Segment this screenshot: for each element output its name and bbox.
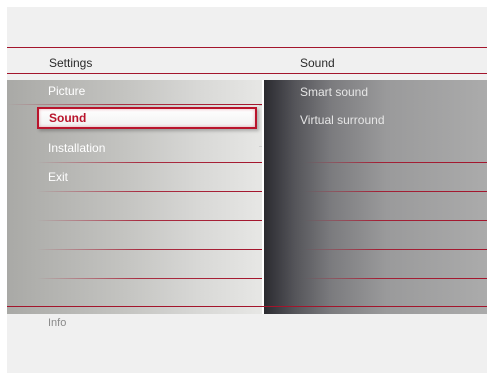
header-top-rule: [7, 47, 487, 48]
list-separator: [37, 220, 262, 221]
tv-settings-menu: Settings Sound Picture Installation Exit…: [7, 7, 487, 373]
option-label: Virtual surround: [300, 113, 385, 127]
list-separator: [37, 162, 262, 163]
option-smart-sound[interactable]: Smart sound: [300, 83, 368, 101]
menu-item-installation[interactable]: Installation: [48, 138, 258, 158]
list-separator: [7, 104, 262, 105]
left-pane-title: Settings: [49, 56, 93, 70]
footer-top-rule: [7, 306, 487, 307]
menu-item-label: Installation: [48, 141, 106, 155]
menu-item-sound-selected[interactable]: Sound: [37, 107, 257, 129]
list-separator: [304, 191, 487, 192]
list-separator: [37, 278, 262, 279]
menu-item-exit[interactable]: Exit: [48, 167, 258, 187]
list-separator: [304, 278, 487, 279]
menu-item-label: Exit: [48, 170, 69, 184]
info-label: Info: [48, 317, 67, 329]
menu-item-picture[interactable]: Picture: [48, 81, 258, 101]
list-separator: [37, 191, 262, 192]
list-separator: [304, 162, 487, 163]
list-separator: [304, 249, 487, 250]
list-separator: [37, 249, 262, 250]
menu-item-label: Sound: [49, 111, 87, 125]
header-bottom-rule: [7, 73, 487, 74]
option-virtual-surround[interactable]: Virtual surround: [300, 111, 385, 129]
list-separator: [304, 220, 487, 221]
option-label: Smart sound: [300, 85, 369, 99]
sound-options-list: Smart sound Virtual surround: [264, 80, 487, 314]
right-pane-title: Sound: [300, 56, 335, 70]
menu-item-label: Picture: [48, 84, 86, 98]
